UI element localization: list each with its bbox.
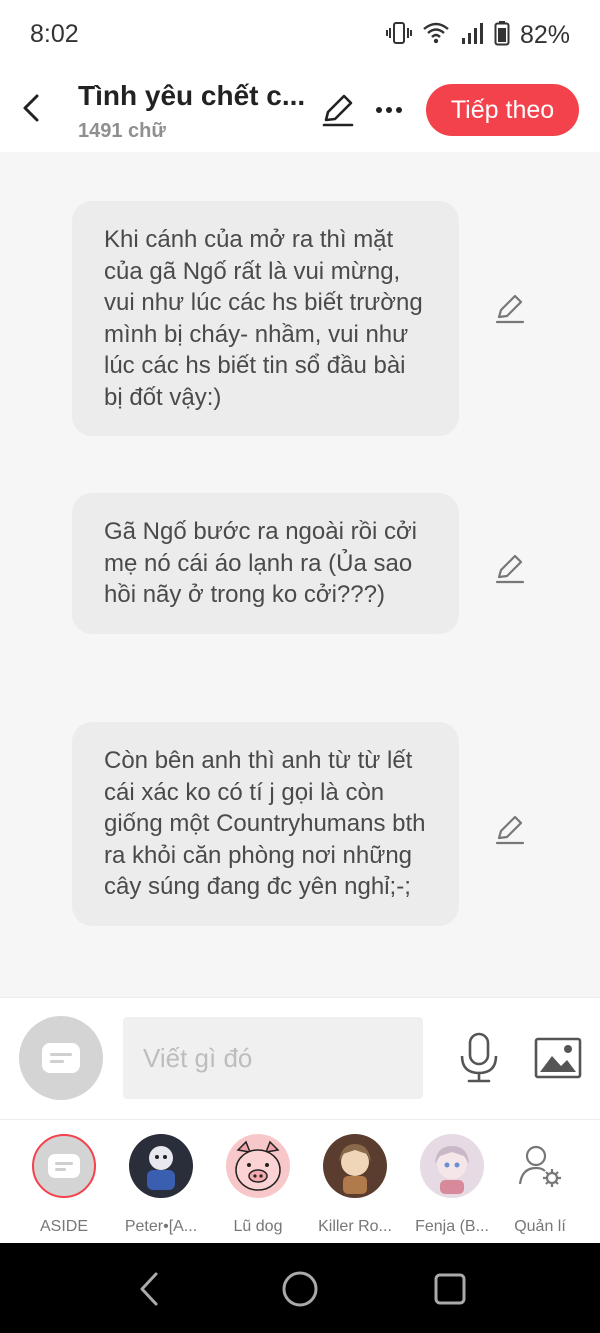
aside-toggle-button[interactable] [19, 1016, 103, 1100]
character-item[interactable]: Lũ dog [208, 1134, 308, 1236]
character-name: ASIDE [39, 1218, 88, 1235]
pencil-icon [495, 294, 525, 324]
character-name: Quản lí [514, 1218, 566, 1235]
editor-header: Tình yêu chết c... 1491 chữ Tiếp theo [0, 70, 600, 152]
insert-image-button[interactable] [534, 1036, 582, 1080]
avatar [508, 1134, 572, 1198]
edit-message-button[interactable] [493, 292, 527, 326]
character-item[interactable]: Peter•[A... [111, 1134, 211, 1236]
message-bubble[interactable]: Còn bên anh thì anh từ từ lết cái xác ko… [72, 722, 459, 926]
nav-home-button[interactable] [280, 1269, 320, 1309]
character-name: Fenja (B... [415, 1218, 489, 1235]
nav-recents-button[interactable] [430, 1269, 470, 1309]
edit-message-button[interactable] [493, 552, 527, 586]
avatar [32, 1134, 96, 1198]
aside-bubble-icon [42, 1043, 80, 1073]
vibrate-icon [385, 20, 412, 51]
character-aside[interactable]: ASIDE [14, 1134, 114, 1236]
pencil-icon [495, 815, 525, 845]
battery-icon [494, 20, 510, 51]
pig-icon [235, 1140, 281, 1191]
character-name: Peter•[A... [124, 1218, 198, 1235]
home-circle-icon [282, 1271, 318, 1307]
microphone-button[interactable] [458, 1032, 500, 1084]
edit-message-button[interactable] [493, 813, 527, 847]
avatar [420, 1134, 484, 1198]
image-icon [534, 1037, 582, 1079]
signal-icon [460, 21, 484, 50]
message-bubble[interactable]: Khi cánh của mở ra thì mặt của gã Ngố rấ… [72, 201, 459, 436]
microphone-icon [460, 1032, 498, 1083]
status-icons: 82% [385, 20, 570, 51]
character-avatar-icon [435, 1146, 469, 1194]
status-bar: 8:02 82% [0, 0, 600, 70]
user-settings-icon [518, 1145, 561, 1187]
next-button[interactable]: Tiếp theo [426, 84, 579, 136]
avatar [323, 1134, 387, 1198]
composer-bar [0, 997, 600, 1119]
word-count: 1491 chữ [78, 120, 166, 142]
nav-back-button[interactable] [130, 1269, 170, 1309]
recents-square-icon [434, 1273, 466, 1305]
chevron-left-icon [23, 94, 39, 122]
message-list: Khi cánh của mở ra thì mặt của gã Ngố rấ… [0, 152, 600, 997]
status-time: 8:02 [30, 20, 79, 48]
character-item[interactable]: Fenja (B... [402, 1134, 502, 1236]
pencil-icon [322, 94, 354, 127]
story-title[interactable]: Tình yêu chết c... [78, 80, 305, 112]
system-navigation-bar [0, 1243, 600, 1333]
character-name: Lũ dog [233, 1218, 283, 1235]
chevron-left-icon [140, 1272, 158, 1306]
more-dots-icon [376, 107, 402, 113]
back-button[interactable] [14, 88, 48, 128]
manage-characters-button[interactable]: Quản lí [490, 1134, 590, 1236]
aside-bubble-icon [48, 1154, 80, 1178]
more-options-button[interactable] [372, 92, 406, 128]
avatar [129, 1134, 193, 1198]
edit-title-button[interactable] [320, 92, 356, 128]
wifi-icon [422, 21, 450, 50]
message-input[interactable] [123, 1017, 423, 1099]
message-bubble[interactable]: Gã Ngố bước ra ngoài rồi cởi mẹ nó cái á… [72, 493, 459, 634]
character-item[interactable]: Killer Ro... [305, 1134, 405, 1236]
avatar [226, 1134, 290, 1198]
character-avatar-icon [339, 1144, 371, 1194]
character-name: Killer Ro... [318, 1218, 392, 1235]
character-bar: ASIDE Peter•[A... Lũ dog Killer Ro... Fe… [0, 1119, 600, 1243]
battery-percent: 82% [519, 21, 570, 49]
pencil-icon [495, 554, 525, 584]
character-avatar-icon [147, 1146, 175, 1190]
